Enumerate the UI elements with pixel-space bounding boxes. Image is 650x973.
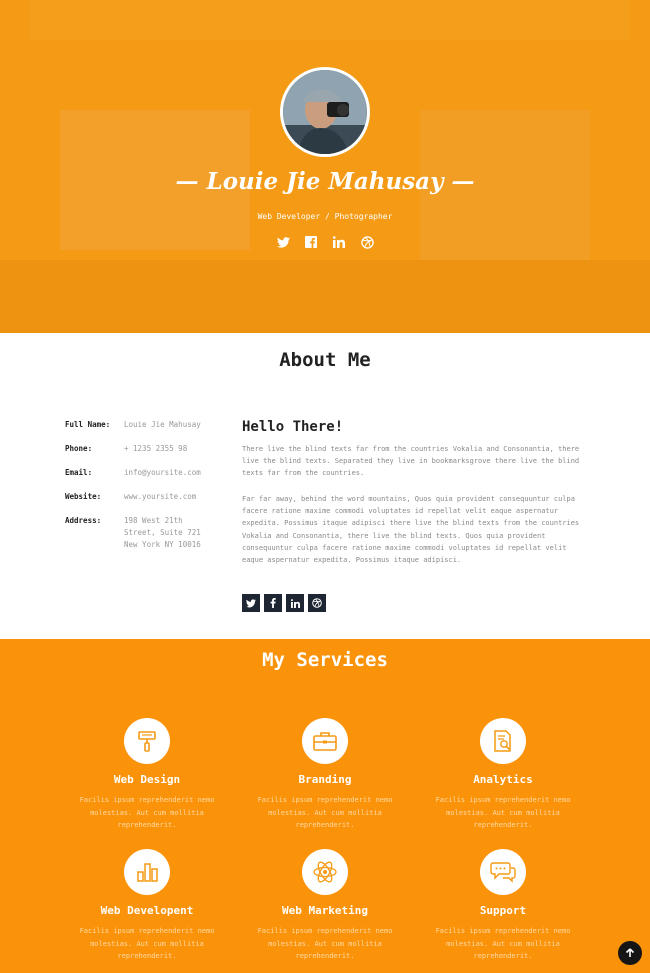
info-row-email: Email: info@yoursite.com (65, 467, 225, 479)
info-row-address: Address: 198 West 21th Street, Suite 721… (65, 515, 225, 551)
services-section: My Services Web Design Facilis ipsum rep… (0, 639, 650, 973)
service-title: Analytics (473, 773, 533, 786)
info-value: + 1235 2355 98 (124, 444, 188, 453)
info-row-phone: Phone: + 1235 2355 98 (65, 443, 225, 455)
service-title: Branding (298, 773, 352, 786)
about-title: About Me (279, 349, 371, 371)
about-paragraph-1: There live the blind texts far from the … (242, 445, 580, 478)
about-section: About Me Full Name: Louie Jie Mahusay Ph… (0, 333, 650, 639)
atom-icon (302, 849, 348, 895)
service-card-web-marketing: Web Marketing Facilis ipsum reprehenderi… (245, 849, 405, 963)
info-value: Louie Jie Mahusay (124, 420, 201, 429)
hero-social-links (0, 235, 650, 249)
arrow-up-icon (625, 948, 635, 957)
avatar (280, 67, 370, 157)
dribbble-icon[interactable] (360, 235, 374, 249)
linkedin-icon[interactable] (286, 594, 304, 612)
hero-role: Web Developer / Photographer (257, 212, 393, 221)
document-search-icon (480, 718, 526, 764)
service-title: Support (479, 904, 527, 917)
hero-background (0, 0, 650, 333)
service-desc: Facilis ipsum reprehenderit nemo molesti… (435, 927, 571, 960)
website-link[interactable]: www.yoursite.com (124, 491, 214, 503)
service-card-web-design: Web Design Facilis ipsum reprehenderit n… (67, 718, 227, 832)
info-label: Website: (65, 492, 102, 501)
info-label: Phone: (65, 444, 93, 453)
facebook-icon[interactable] (264, 594, 282, 612)
dribbble-icon[interactable] (308, 594, 326, 612)
bar-chart-icon (124, 849, 170, 895)
about-social-links (242, 594, 326, 612)
facebook-icon[interactable] (304, 235, 318, 249)
info-label: Full Name: (65, 420, 111, 429)
service-card-branding: Branding Facilis ipsum reprehenderit nem… (245, 718, 405, 832)
twitter-icon[interactable] (242, 594, 260, 612)
info-label: Email: (65, 468, 93, 477)
service-title: Web Marketing (281, 904, 369, 917)
about-heading: Hello There! (242, 419, 344, 435)
service-desc: Facilis ipsum reprehenderit nemo molesti… (79, 927, 215, 960)
paint-roller-icon (124, 718, 170, 764)
service-desc: Facilis ipsum reprehenderit nemo molesti… (435, 796, 571, 829)
info-row-website: Website: www.yoursite.com (65, 491, 225, 503)
services-title: My Services (262, 649, 388, 671)
hero-name: — Louie Jie Mahusay — (175, 168, 475, 195)
contact-info: Full Name: Louie Jie Mahusay Phone: + 12… (65, 419, 225, 563)
service-desc: Facilis ipsum reprehenderit nemo molesti… (257, 927, 393, 960)
service-card-web-development: Web Developent Facilis ipsum reprehender… (67, 849, 227, 963)
service-desc: Facilis ipsum reprehenderit nemo molesti… (257, 796, 393, 829)
briefcase-icon (302, 718, 348, 764)
chat-bubbles-icon (480, 849, 526, 895)
service-desc: Facilis ipsum reprehenderit nemo molesti… (79, 796, 215, 829)
service-card-analytics: Analytics Facilis ipsum reprehenderit ne… (423, 718, 583, 832)
service-title: Web Developent (100, 904, 194, 917)
back-to-top-button[interactable] (618, 941, 642, 965)
hero-section: — Louie Jie Mahusay — Web Developer / Ph… (0, 0, 650, 333)
service-card-support: Support Facilis ipsum reprehenderit nemo… (423, 849, 583, 963)
info-row-full-name: Full Name: Louie Jie Mahusay (65, 419, 225, 431)
service-title: Web Design (113, 773, 181, 786)
info-value: 198 West 21th Street, Suite 721 New York… (124, 516, 201, 549)
twitter-icon[interactable] (276, 235, 290, 249)
about-paragraph-2: Far far away, behind the word mountains,… (242, 495, 580, 565)
info-label: Address: (65, 516, 102, 525)
linkedin-icon[interactable] (332, 235, 346, 249)
email-link[interactable]: info@yoursite.com (124, 467, 214, 479)
